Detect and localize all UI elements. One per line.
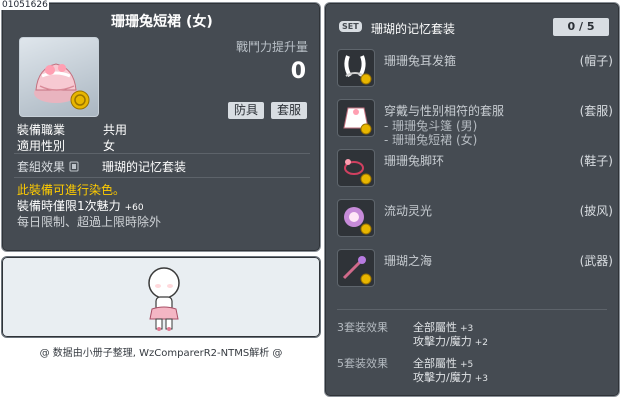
limit-note: 每日限制、超過上限時除外 (17, 215, 162, 229)
anklet-icon (337, 149, 375, 187)
dye-note: 此裝備可進行染色。 (17, 183, 126, 197)
bonus-text: 攻擊力/魔力 (413, 335, 472, 348)
set-count: 0 / 5 (553, 18, 609, 36)
set-effect-value: 珊瑚的记忆套装 (102, 160, 187, 174)
charm-text: 裝備時僅限1次魅力 (17, 199, 121, 213)
character-preview-panel (1, 256, 321, 338)
gender-row: 適用性別 女 (17, 137, 115, 154)
set-item-name: 珊珊兔脚环 (384, 154, 445, 168)
skirt-icon (34, 63, 90, 110)
set-item-category: (套服) (579, 104, 613, 118)
dress-icon (337, 99, 375, 137)
bonus-line: 攻擊力/魔力 +2 (413, 333, 488, 349)
combat-power-label: 戰鬥力提升量 (235, 40, 308, 54)
combat-power-value: 0 (290, 59, 306, 84)
bonus-text: 攻擊力/魔力 (413, 371, 472, 384)
set-item-name: 珊珊兔耳发箍 (384, 54, 457, 68)
item-icon-box (19, 37, 99, 117)
item-title: 珊珊兔短裙 (女) (111, 14, 213, 30)
item-set-tag: 套服 (271, 102, 308, 119)
job-value: 共用 (103, 123, 128, 137)
item-type-tag: 防具 (228, 102, 265, 119)
set-effect-key: 套組效果 (17, 160, 66, 174)
set-item-sub: - 珊珊兔短裙 (女) (384, 133, 478, 147)
set-info-panel: SET 珊瑚的记忆套装 0 / 5 珊珊兔耳发箍 (帽子) 穿戴与性别相符的套服… (324, 2, 620, 397)
charm-value: +60 (124, 203, 144, 213)
charm-row: 裝備時僅限1次魅力 +60 (17, 197, 144, 214)
set-item-category: (披风) (579, 204, 613, 218)
aura-icon (337, 199, 375, 237)
set-badge: SET (339, 21, 362, 32)
set-name: 珊瑚的记忆套装 (371, 22, 456, 36)
set-effect-row: 套組效果 珊瑚的记忆套装 (17, 158, 186, 175)
item-code: 01051626 (1, 0, 49, 10)
item-tooltip-panel: 珊珊兔短裙 (女) 戰鬥力提升量 0 防具 套服 裝備職業 共用 適用性別 女 套組… (1, 2, 321, 252)
bonus-value: +2 (474, 338, 488, 348)
divider (14, 177, 310, 178)
job-key: 裝備職業 (17, 123, 66, 137)
footer-credit: @ 数据由小册子整理, WzComparerR2-NTMS解析 @ (39, 348, 283, 359)
divider (14, 153, 310, 154)
gender-value: 女 (103, 139, 116, 153)
gender-key: 適用性別 (17, 139, 66, 153)
set-item-category: (武器) (579, 254, 613, 268)
bunny-ears-icon (337, 49, 375, 87)
bonus-head: 5套装效果 (337, 357, 388, 370)
bonus-head: 3套装效果 (337, 321, 388, 334)
set-item-name: 流动灵光 (384, 204, 433, 218)
set-item-category: (鞋子) (579, 154, 613, 168)
character-avatar (148, 267, 180, 331)
job-row: 裝備職業 共用 (17, 121, 127, 138)
set-item-category: (帽子) (579, 54, 613, 68)
bonus-line: 攻擊力/魔力 +3 (413, 369, 488, 385)
divider (337, 309, 607, 310)
wand-icon (337, 249, 375, 287)
bonus-value: +3 (474, 374, 488, 384)
info-icon (69, 161, 79, 172)
set-item-name: 珊瑚之海 (384, 254, 433, 268)
